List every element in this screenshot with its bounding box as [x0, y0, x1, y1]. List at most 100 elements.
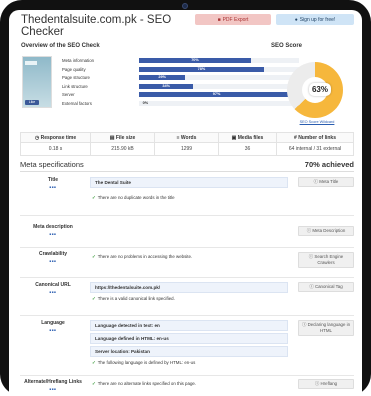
row-label: Alternate/Hreflang Links [24, 379, 82, 385]
header: Thedentalsuite.com.pk - SEO Checker ■ PD… [9, 10, 362, 42]
metric-track: 97% [139, 92, 299, 97]
seo-score-value: 63% [309, 83, 331, 96]
row-content: https://thedentalsuite.com.pk/ ✓ There is… [90, 282, 288, 302]
row-value-box: The Dental Suite [90, 177, 288, 188]
seo-score-link[interactable]: SEO Score Wildcard [287, 120, 347, 124]
info-label: Canonical Tag [314, 284, 343, 289]
row-name: Language ■■■ [20, 320, 86, 332]
info-button-meta-description[interactable]: ⓘ Meta Description [298, 226, 354, 236]
metric-bar: 0% [142, 100, 149, 105]
info-label: Meta Description [312, 228, 346, 233]
row-value-box: Language detected in text: en [90, 320, 288, 331]
metric-label: Page quality [62, 66, 86, 72]
meta-achieved: 70% achieved [304, 160, 354, 169]
metric-label: Link structure [62, 83, 88, 89]
meta-row-title: Title ■■■ The Dental Suite ✓ There are no… [20, 172, 354, 216]
stat-header: ≡ Words [155, 133, 218, 143]
check-icon: ✓ [92, 381, 96, 386]
stat-value: 36 [244, 146, 251, 152]
info-button-canonical[interactable]: ⓘ Canonical Tag [298, 282, 354, 292]
row-label: Canonical URL [35, 282, 71, 288]
row-name: Canonical URL ■■■ [20, 282, 86, 294]
screen: Thedentalsuite.com.pk - SEO Checker ■ PD… [9, 10, 362, 396]
row-label: Language [41, 320, 65, 326]
stat-label: Number of links [298, 135, 336, 141]
meta-row-language: Language ■■■ Language detected in text: … [20, 316, 354, 376]
signup-label: Sign up for free! [299, 16, 336, 23]
metric-row: Link structure 34% [57, 83, 299, 92]
file-icon: ▤ [109, 135, 115, 141]
score-heading: SEO Score [271, 43, 303, 49]
status-dots-icon: ■■■ [49, 328, 57, 332]
status-dots-icon: ■■■ [49, 232, 57, 236]
device-frame: Thedentalsuite.com.pk - SEO Checker ■ PD… [0, 0, 371, 396]
row-note-text: The following language is defined by HTM… [97, 360, 196, 365]
stat-header: # Number of links [277, 133, 353, 143]
metric-label: Meta information [62, 58, 95, 63]
metric-bar: 34% [139, 83, 194, 89]
camera-dot [182, 3, 188, 9]
row-note: ✓ There is a valid canonical link specifi… [90, 295, 288, 302]
row-note: ✓ There are no problems in accessing the … [90, 253, 288, 260]
info-button-crawlers[interactable]: ⓘ Search Engine Crawlers [298, 252, 354, 268]
info-button-hreflang[interactable]: ⓘ Hreflang [298, 379, 354, 389]
row-value-box: https://thedentalsuite.com.pk/ [90, 282, 288, 293]
info-label: Declaring language in HTML [307, 322, 351, 333]
row-note: ✓ The following language is defined by HT… [90, 359, 288, 366]
metric-row: Server 97% [57, 91, 299, 100]
pdf-export-label: PDF Export [222, 16, 249, 23]
pdf-export-button[interactable]: ■ PDF Export [195, 14, 271, 25]
stat-value: 64 internal / 31 external [288, 146, 342, 152]
meta-section-header: Meta specifications 70% achieved [20, 160, 354, 169]
info-button-meta-title[interactable]: ⓘ Meta Title [298, 177, 354, 187]
meta-row-crawlability: Crawlability ■■■ ✓ There are no problems … [20, 248, 354, 278]
info-label: Search Engine Crawlers [314, 254, 344, 265]
meta-row-canonical: Canonical URL ■■■ https://thedentalsuite… [20, 278, 354, 316]
metric-track: 29% [139, 75, 299, 80]
metric-row: Page quality 78% [57, 66, 299, 75]
stats-table: ◷ Response time 0.18 s ▤ File size 215.9… [20, 132, 354, 156]
row-name: Title ■■■ [20, 177, 86, 189]
row-value-box: Language defined in HTML: en-us [90, 333, 288, 344]
stat-response-time: ◷ Response time 0.18 s [21, 133, 91, 155]
facebook-like-button[interactable]: Like [25, 100, 39, 105]
info-label: Meta Title [319, 179, 339, 184]
check-icon: ✓ [92, 195, 96, 200]
row-content: ✓ There are no problems in accessing the … [90, 253, 288, 260]
stat-words: ≡ Words 1299 [155, 133, 219, 155]
row-note: ✓ There are no duplicate words in the tit… [90, 194, 288, 201]
overview-metrics: Meta information 70% Page quality 78% Pa… [57, 57, 299, 108]
metric-row: Page structure 29% [57, 74, 299, 83]
status-dots-icon: ■■■ [49, 185, 57, 189]
pdf-icon: ■ [217, 16, 221, 23]
metric-bar: 78% [139, 66, 264, 72]
words-icon: ≡ [176, 135, 180, 141]
stat-value: 1299 [180, 146, 193, 152]
info-button-language[interactable]: ⓘ Declaring language in HTML [298, 320, 354, 336]
metric-bar: 29% [139, 75, 186, 80]
metric-row: Meta information 70% [57, 57, 299, 66]
image-icon: ▣ [231, 135, 237, 141]
check-icon: ✓ [92, 254, 96, 259]
stat-label: File size [115, 135, 136, 141]
row-value-box: Server location: Pakistan [90, 346, 288, 357]
metric-track: 34% [139, 83, 299, 89]
stat-label: Words [180, 135, 197, 141]
signup-button[interactable]: ● Sign up for free! [276, 14, 354, 25]
stat-header: ◷ Response time [21, 133, 90, 143]
check-icon: ✓ [92, 360, 96, 365]
stat-value: 215.90 kB [111, 146, 134, 152]
metric-track: 70% [139, 58, 299, 63]
stat-value: 0.18 s [48, 146, 63, 152]
stat-file-size: ▤ File size 215.90 kB [91, 133, 155, 155]
meta-table: Title ■■■ The Dental Suite ✓ There are no… [20, 171, 354, 396]
site-thumbnail[interactable]: Like [22, 56, 52, 108]
row-note-text: There are no problems in accessing the w… [97, 254, 193, 259]
metric-label: Page structure [62, 75, 90, 80]
metric-track: 78% [139, 66, 299, 72]
meta-heading: Meta specifications [20, 160, 84, 169]
metric-label: Server [62, 92, 75, 97]
site-logo [25, 61, 37, 65]
user-icon: ● [294, 16, 298, 23]
row-label: Title [47, 177, 59, 183]
